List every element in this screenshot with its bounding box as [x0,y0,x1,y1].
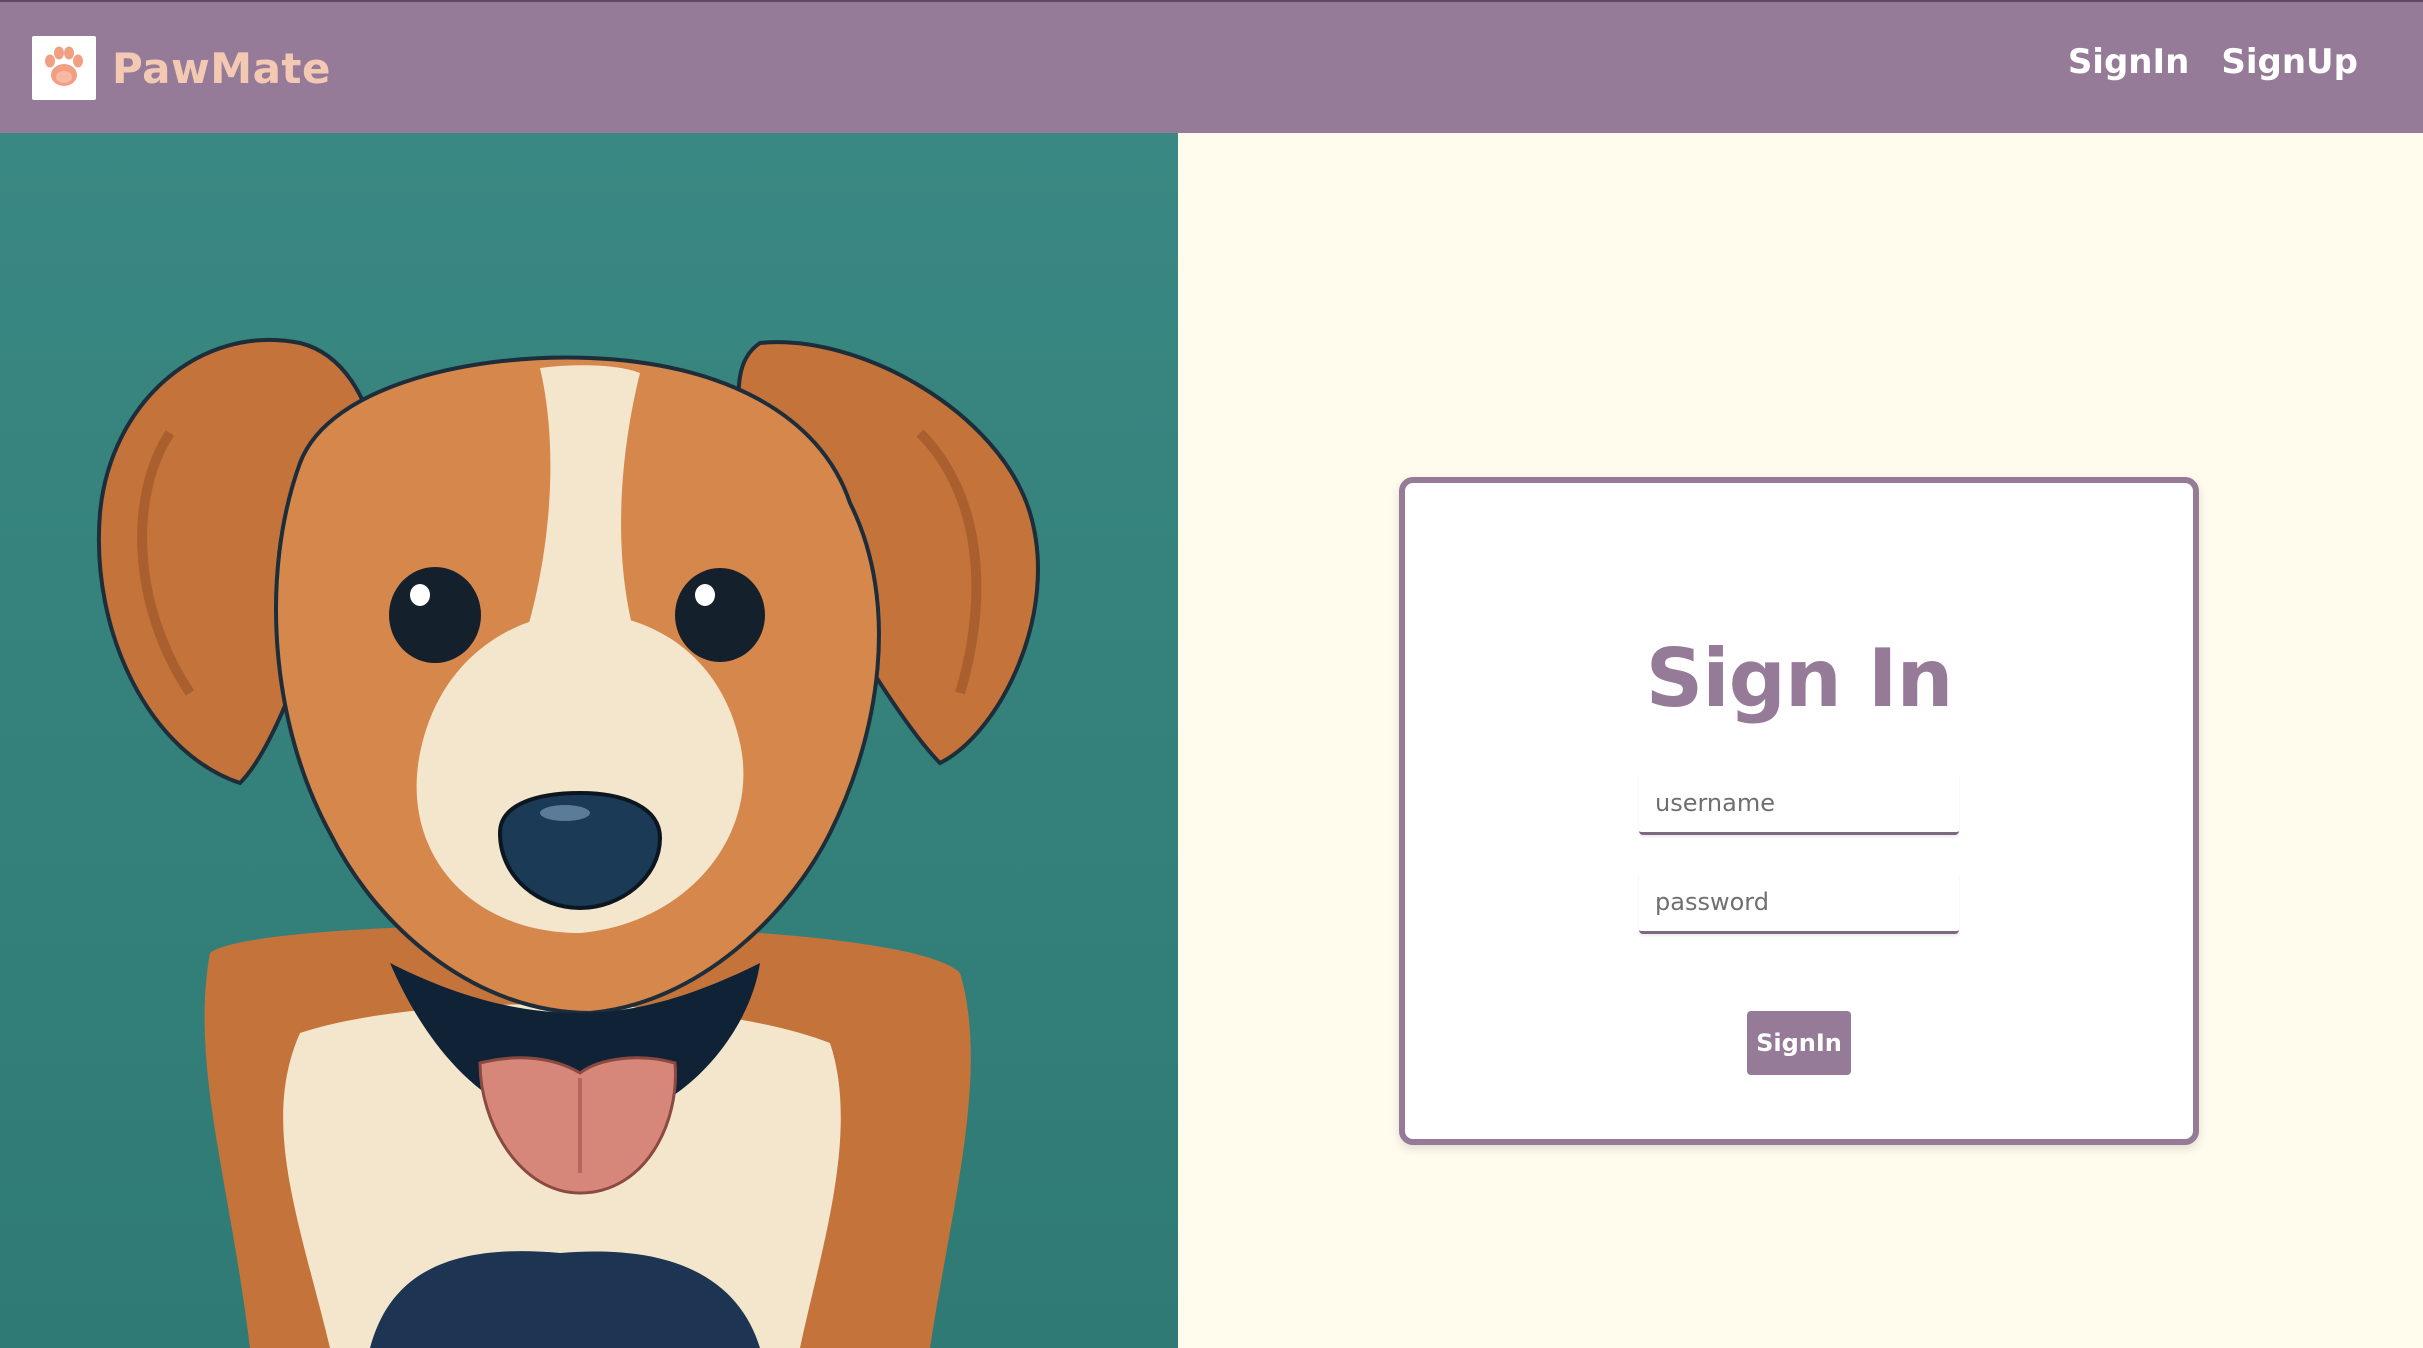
username-input[interactable] [1639,773,1959,835]
brand-name: PawMate [112,43,331,93]
nav-signin-link[interactable]: SignIn [2068,42,2190,82]
paw-icon [32,36,96,100]
nav-signup-link[interactable]: SignUp [2221,42,2358,82]
signin-submit-button[interactable]: SignIn [1747,1011,1851,1075]
password-input[interactable] [1639,872,1959,934]
nav-links: SignIn SignUp [2068,42,2358,82]
top-navbar: PawMate SignIn SignUp [0,0,2423,133]
brand[interactable]: PawMate [32,36,331,100]
hero-dog-image [0,133,1178,1348]
dog-illustration [96,337,1040,1348]
signin-card: Sign In SignIn [1399,477,2199,1145]
signin-title: Sign In [1645,631,1954,725]
